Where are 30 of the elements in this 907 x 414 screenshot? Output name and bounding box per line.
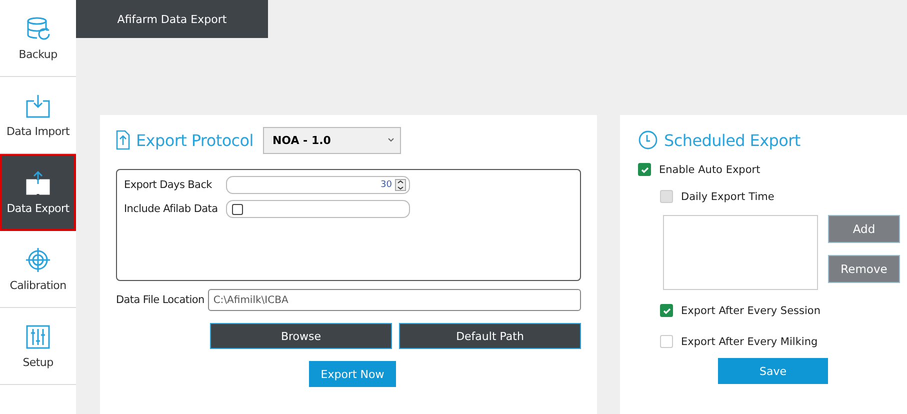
- section-title: Export Protocol: [136, 130, 254, 150]
- checkbox-label: Daily Export Time: [681, 190, 774, 202]
- days-back-spinner[interactable]: 30: [226, 176, 410, 194]
- sidebar-item[interactable]: Data Export: [0, 154, 76, 231]
- spin-arrows-icon: [395, 179, 406, 191]
- path-field[interactable]: C:\Afimilk\ICBA: [208, 289, 581, 311]
- tray-up-arrow-icon: [25, 170, 51, 196]
- action-button[interactable]: Default Path: [399, 323, 581, 349]
- database-icon: [25, 16, 51, 42]
- checkbox-label: Export After Every Milking: [681, 336, 818, 348]
- caret-icon: [388, 138, 394, 142]
- section-title: Scheduled Export: [664, 130, 800, 150]
- field-label: Export Days Back: [124, 179, 213, 191]
- tab[interactable]: Afifarm Data Export: [76, 0, 268, 38]
- document-up-arrow-icon: [116, 130, 130, 150]
- tray-down-arrow-icon: [25, 92, 51, 118]
- field-label: Data File Location: [116, 294, 204, 306]
- crosshair-icon: [25, 246, 51, 272]
- check-icon: [662, 306, 672, 316]
- check-icon: [640, 164, 650, 174]
- field-label: Include Afilab Data: [124, 203, 219, 215]
- action-button[interactable]: Browse: [210, 323, 392, 349]
- sliders-icon: [25, 324, 51, 350]
- checkbox-label: Export After Every Session: [681, 304, 820, 316]
- clock-icon: [638, 130, 658, 150]
- checkbox[interactable]: [232, 204, 243, 214]
- checkbox[interactable]: [660, 304, 673, 317]
- checkbox[interactable]: [638, 163, 651, 176]
- checkbox-label: Enable Auto Export: [659, 164, 760, 176]
- protocol-dropdown[interactable]: NOA - 1.0: [263, 126, 402, 154]
